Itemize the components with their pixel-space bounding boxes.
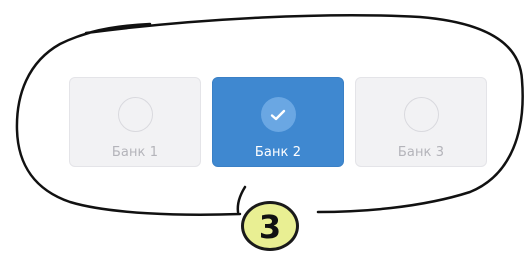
radio-empty-icon [403,97,439,132]
step-number-badge: 3 [241,201,299,251]
bank-option-1[interactable]: Банк 1 [69,77,201,167]
bank-option-2[interactable]: Банк 2 [212,77,344,167]
radio-empty-icon [117,97,153,132]
checkmark-icon [260,97,296,132]
bank-selector-stage: Банк 1 Банк 2 Банк 3 3 [0,0,529,262]
bank-option-label: Банк 1 [111,145,159,160]
bank-option-label: Банк 2 [254,145,302,160]
bank-option-label: Банк 3 [397,145,445,160]
bank-option-3[interactable]: Банк 3 [355,77,487,167]
step-number: 3 [258,208,282,246]
